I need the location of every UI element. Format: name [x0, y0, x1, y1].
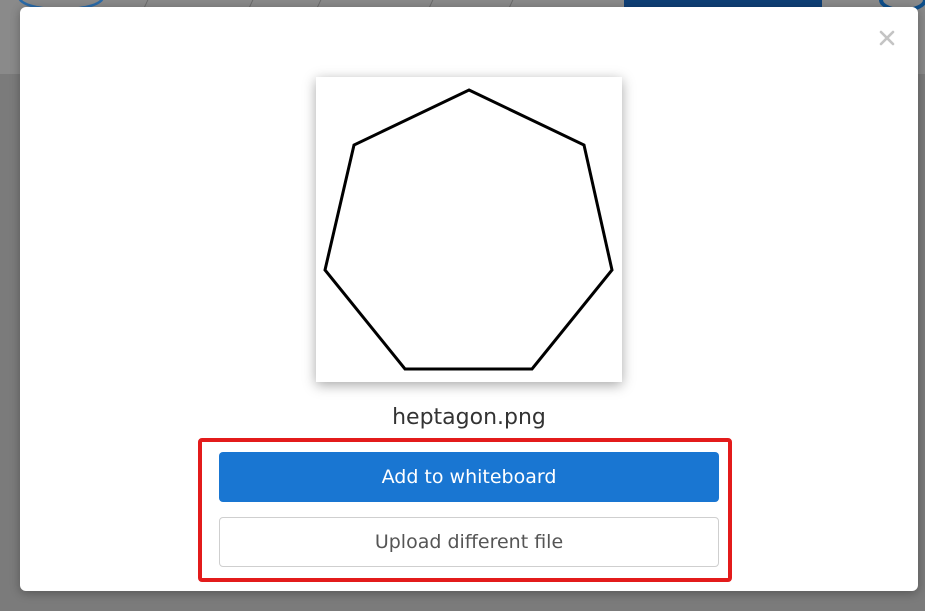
file-name-label: heptagon.png	[392, 405, 546, 430]
add-to-whiteboard-button[interactable]: Add to whiteboard	[219, 452, 719, 502]
upload-image-dialog: heptagon.png Add to whiteboard Upload di…	[20, 7, 918, 591]
close-icon[interactable]	[878, 29, 896, 47]
upload-different-file-button[interactable]: Upload different file	[219, 517, 719, 567]
image-preview	[316, 77, 622, 382]
heptagon-shape	[323, 88, 614, 371]
